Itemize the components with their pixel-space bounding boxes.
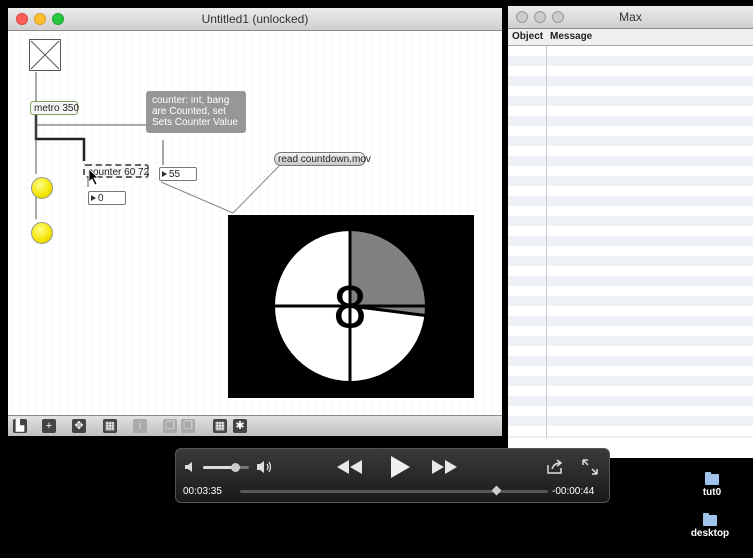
object-tooltip: counter: int, bang are Counted, set Sets… bbox=[146, 91, 246, 133]
volume-slider[interactable] bbox=[203, 463, 249, 472]
movie-controller: 00:03:35 -00:00:44 bbox=[175, 448, 610, 503]
lock-icon[interactable]: ▙ bbox=[13, 419, 27, 433]
column-message[interactable]: Message bbox=[550, 31, 592, 42]
max-titlebar[interactable]: Max bbox=[508, 6, 753, 29]
desktop-icon-label: tut0 bbox=[702, 487, 722, 498]
patcher-toolbar: ▙ + ✥ ▦ i ❐ ❐ ▦ ✱ bbox=[8, 415, 502, 436]
patcher-titlebar[interactable]: Untitled1 (unlocked) bbox=[8, 8, 502, 31]
desktop-icon-desktop[interactable]: desktop bbox=[688, 513, 732, 539]
console-rows[interactable] bbox=[508, 46, 753, 438]
toggle-x-icon bbox=[30, 40, 60, 70]
share-icon[interactable] bbox=[546, 459, 564, 475]
remaining-time: -00:00:44 bbox=[552, 486, 595, 497]
cursor-pointer-icon bbox=[88, 168, 99, 186]
max-window: Max Object Message bbox=[508, 6, 753, 458]
desktop-icon-tut0[interactable]: tut0 bbox=[698, 472, 726, 498]
window-title: Untitled1 (unlocked) bbox=[201, 12, 309, 26]
info-icon[interactable]: i bbox=[133, 419, 147, 433]
volume-high-icon bbox=[257, 461, 272, 473]
add-object-icon[interactable]: + bbox=[42, 419, 56, 433]
elapsed-time: 00:03:35 bbox=[183, 486, 222, 497]
paste-icon[interactable]: ❐ bbox=[181, 419, 195, 433]
copy-icon[interactable]: ❐ bbox=[163, 419, 177, 433]
volume-knob[interactable] bbox=[231, 463, 241, 472]
countdown-leader: 8 bbox=[273, 229, 427, 383]
column-divider bbox=[546, 46, 547, 438]
scrub-bar[interactable] bbox=[240, 485, 548, 496]
movie-display: 8 bbox=[228, 215, 474, 398]
move-icon[interactable]: ✥ bbox=[72, 419, 86, 433]
led-button-1[interactable] bbox=[31, 177, 53, 199]
play-icon[interactable] bbox=[388, 455, 412, 479]
toggle-box[interactable] bbox=[29, 39, 61, 71]
fast-forward-icon[interactable] bbox=[431, 459, 459, 475]
countdown-digit: 8 bbox=[332, 276, 368, 341]
folder-icon bbox=[705, 472, 719, 485]
number-box-0[interactable]: 0 bbox=[88, 191, 126, 205]
metro-object[interactable]: metro 350 bbox=[30, 101, 79, 115]
folder-icon bbox=[703, 513, 717, 526]
snap-icon[interactable]: ✱ bbox=[233, 419, 247, 433]
volume-low-icon bbox=[185, 462, 192, 472]
fullscreen-icon[interactable] bbox=[582, 459, 598, 475]
number-box-55[interactable]: 55 bbox=[159, 167, 197, 181]
window-title: Max bbox=[619, 10, 642, 24]
scrub-knob[interactable] bbox=[491, 485, 502, 496]
grid-icon[interactable]: ▦ bbox=[213, 419, 227, 433]
desktop-icon-label: desktop bbox=[690, 528, 730, 539]
console-column-headers: Object Message bbox=[508, 29, 753, 46]
column-object[interactable]: Object bbox=[512, 31, 543, 42]
rewind-icon[interactable] bbox=[336, 459, 364, 475]
image-icon[interactable]: ▦ bbox=[103, 419, 117, 433]
led-button-2[interactable] bbox=[31, 222, 53, 244]
read-message-box[interactable]: read countdown.mov bbox=[274, 152, 371, 166]
